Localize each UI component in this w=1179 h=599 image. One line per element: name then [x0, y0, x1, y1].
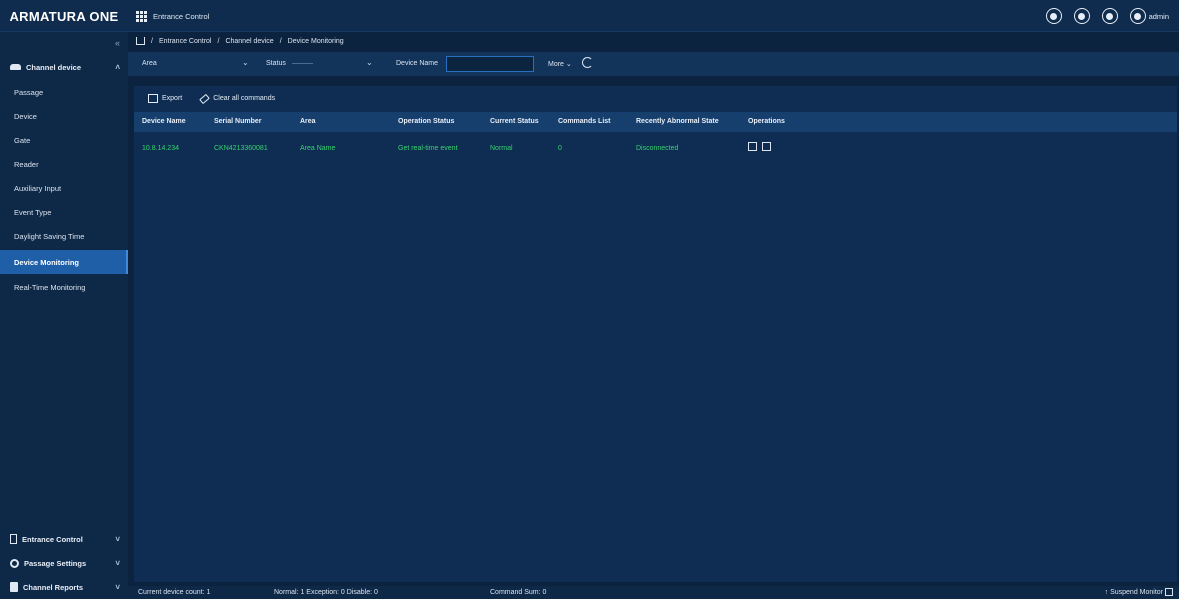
suspend-monitor-checkbox[interactable] [1165, 588, 1173, 596]
sidebar-group-passage-settings[interactable]: Passage Settings ˅ [0, 552, 128, 574]
sidebar-item-daylight-saving-time[interactable]: Daylight Saving Time [0, 224, 128, 248]
breadcrumb: / Entrance Control / Channel device / De… [136, 34, 344, 48]
cell-commands-list: 0 [558, 145, 562, 152]
pin-icon: ↑ [1104, 588, 1109, 596]
sidebar-item-device-monitoring[interactable]: Device Monitoring [0, 250, 128, 274]
status-bar: Current device count: 1 Normal: 1 Except… [128, 586, 1179, 599]
top-bar: ARMATURA ONE Entrance Control admin [0, 0, 1179, 32]
column-header[interactable]: Operation Status [398, 118, 454, 125]
chevron-up-icon: ˄ [115, 62, 120, 72]
device-name-input[interactable] [446, 56, 534, 72]
cell-area: Area Name [300, 145, 336, 152]
brand-logo[interactable]: ARMATURA ONE [0, 0, 128, 32]
sidebar-item-event-type[interactable]: Event Type [0, 200, 128, 224]
sidebar-item-real-time-monitoring[interactable]: Real-Time Monitoring [0, 275, 128, 299]
header-actions: admin [1045, 0, 1169, 32]
sidebar-item-reader[interactable]: Reader [0, 152, 128, 176]
home-icon[interactable] [136, 37, 145, 45]
chevron-down-icon[interactable]: ⌄ [242, 58, 249, 67]
sidebar-group-channel-device[interactable]: Channel device ˄ [0, 56, 128, 78]
toolbar: Export Clear all commands [148, 93, 276, 104]
status-select[interactable]: ——— [292, 60, 313, 67]
export-button[interactable]: Export [148, 94, 182, 103]
breadcrumb-separator: / [217, 37, 220, 45]
user-name: admin [1148, 11, 1169, 21]
cell-abnormal-state: Disconnected [636, 145, 679, 152]
language-icon[interactable] [1045, 8, 1062, 24]
door-icon [10, 534, 17, 544]
more-filters-button[interactable]: More ⌄ [548, 60, 572, 68]
alarm-icon[interactable] [1101, 8, 1118, 24]
more-label: More [548, 61, 564, 68]
sidebar-item-gate[interactable]: Gate [0, 128, 128, 152]
double-chevron-left-icon[interactable]: « [115, 38, 120, 48]
column-header[interactable]: Current Status [490, 118, 539, 125]
sidebar: « Channel device ˄ Passage Device Gate R… [0, 32, 128, 599]
breadcrumb-item[interactable]: Channel device [225, 38, 273, 45]
notification-icon[interactable] [1073, 8, 1090, 24]
cell-device-name: 10.8.14.234 [142, 145, 179, 152]
column-header[interactable]: Area [300, 118, 316, 125]
breadcrumb-separator: / [279, 37, 282, 45]
chevron-down-icon: ˅ [115, 534, 120, 544]
breadcrumb-item[interactable]: Entrance Control [159, 38, 212, 45]
column-header[interactable]: Device Name [142, 118, 186, 125]
suspend-label: Suspend Monitor [1110, 588, 1163, 596]
group-label: Entrance Control [22, 534, 83, 544]
gear-icon [10, 558, 19, 568]
chevron-down-icon: ˅ [115, 558, 120, 568]
eraser-icon [199, 93, 211, 104]
device-monitoring-panel: Export Clear all commands Device Name Se… [134, 86, 1177, 582]
car-icon [10, 64, 21, 70]
chevron-down-icon[interactable]: ⌄ [366, 58, 373, 67]
column-header: Operations [748, 118, 785, 125]
status-label: Status [266, 60, 286, 67]
cell-operation-status: Get real-time event [398, 145, 458, 152]
group-label: Channel Reports [23, 582, 84, 592]
breadcrumb-item: Device Monitoring [287, 37, 344, 45]
sidebar-item-auxiliary-input[interactable]: Auxiliary Input [0, 176, 128, 200]
view-commands-icon[interactable] [748, 142, 757, 151]
breadcrumb-separator: / [151, 37, 153, 45]
sidebar-group-entrance-control[interactable]: Entrance Control ˅ [0, 528, 128, 550]
module-title: Entrance Control [153, 11, 210, 21]
device-count: Current device count: 1 [138, 589, 211, 596]
device-name-label: Device Name [396, 60, 439, 67]
table-header: Device Name Serial Number Area Operation… [134, 112, 1177, 132]
user-avatar-icon [1129, 8, 1146, 24]
refresh-icon[interactable] [582, 57, 593, 68]
column-header[interactable]: Serial Number [214, 118, 261, 125]
table-row[interactable]: 10.8.14.234 CKN4213360081 Area Name Get … [134, 136, 1177, 160]
module-switcher[interactable]: Entrance Control [136, 0, 209, 32]
export-label: Export [162, 95, 183, 102]
command-sum: Command Sum: 0 [490, 589, 547, 596]
area-select[interactable]: Area [142, 60, 157, 67]
group-label: Channel device [26, 62, 82, 72]
user-menu[interactable]: admin [1129, 8, 1169, 24]
sidebar-item-passage[interactable]: Passage [0, 80, 128, 104]
column-header[interactable]: Recently Abnormal State [636, 118, 719, 125]
group-label: Passage Settings [24, 558, 87, 568]
export-icon [148, 94, 158, 103]
app-grid-icon[interactable] [136, 10, 147, 22]
clear-all-commands-button[interactable]: Clear all commands [199, 93, 276, 104]
cell-current-status: Normal [490, 145, 513, 152]
filter-bar: Area ⌄ Status ——— ⌄ Device Name More ⌄ [128, 52, 1179, 76]
column-header[interactable]: Commands List [558, 118, 611, 125]
report-icon [10, 582, 18, 592]
clear-commands-icon[interactable] [762, 142, 771, 151]
clear-label: Clear all commands [213, 95, 276, 102]
chevron-down-icon: ˅ [115, 582, 120, 592]
suspend-monitor-toggle[interactable]: ↑ Suspend Monitor [1105, 588, 1173, 596]
sidebar-item-device[interactable]: Device [0, 104, 128, 128]
status-counts: Normal: 1 Exception: 0 Disable: 0 [274, 589, 378, 596]
sidebar-group-channel-reports[interactable]: Channel Reports ˅ [0, 576, 128, 598]
cell-serial-number: CKN4213360081 [214, 145, 268, 152]
